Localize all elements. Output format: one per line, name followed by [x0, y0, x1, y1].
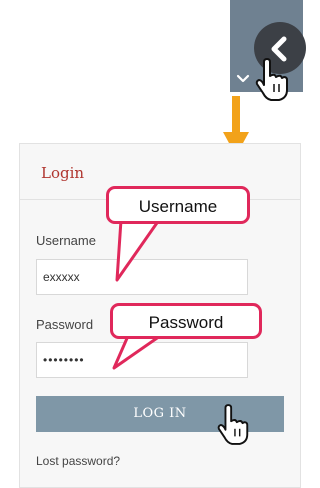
username-callout-tail: [115, 218, 161, 282]
login-title: Login: [41, 164, 85, 182]
hand-cursor-icon: [217, 404, 249, 445]
password-callout: Password: [110, 303, 262, 339]
username-callout-text: Username: [138, 197, 218, 216]
password-callout-tail: [112, 334, 162, 370]
hand-cursor-icon: [255, 58, 288, 101]
lost-password-link[interactable]: Lost password?: [36, 454, 120, 468]
username-label: Username: [36, 233, 96, 248]
password-label: Password: [36, 317, 94, 332]
chevron-down-icon[interactable]: [236, 73, 250, 85]
password-callout-text: Password: [148, 313, 224, 332]
username-callout: Username: [106, 186, 250, 224]
